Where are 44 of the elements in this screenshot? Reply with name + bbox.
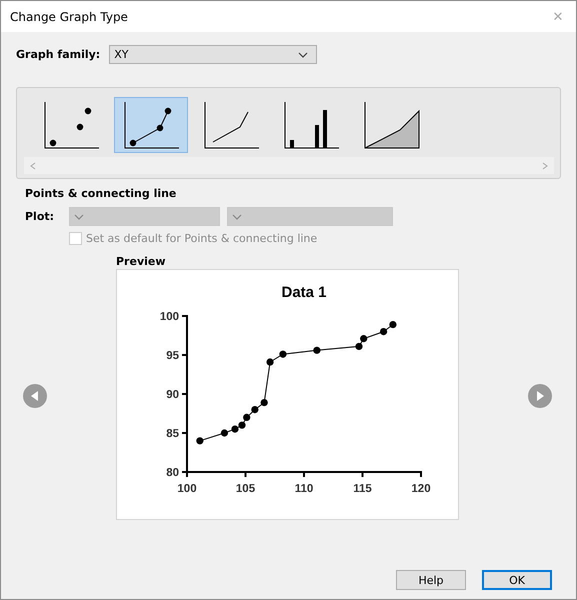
chart-title: Data 1	[281, 284, 327, 301]
ok-button[interactable]: OK	[482, 570, 552, 590]
previous-button[interactable]	[23, 384, 47, 408]
section-title: Points & connecting line	[25, 187, 178, 200]
data-point	[279, 350, 287, 358]
data-point	[196, 437, 204, 444]
x-tick-label: 115	[353, 483, 372, 495]
y-tick-label: 95	[166, 350, 179, 362]
checkbox-label: Set as default for Points & connecting line	[86, 232, 318, 245]
data-point	[389, 320, 397, 328]
next-button[interactable]	[528, 384, 552, 408]
chevron-icon	[232, 214, 242, 220]
plot-label: Plot:	[25, 210, 56, 223]
data-point	[260, 398, 268, 406]
x-tick-label: 120	[411, 483, 431, 495]
scatter-plot-icon	[42, 100, 100, 150]
area-chart-icon	[362, 100, 420, 150]
data-point	[220, 429, 228, 437]
y-tick-label: 100	[160, 311, 179, 323]
data-point	[266, 358, 274, 366]
graph-family-label: Graph family:	[16, 48, 100, 61]
x-tick-label: 105	[236, 483, 256, 495]
window-title: Change Graph Type	[10, 10, 128, 24]
y-tick-label: 90	[166, 389, 179, 401]
chevron-icon	[74, 214, 84, 220]
graph-type-option[interactable]	[114, 97, 188, 153]
left-triangle-icon	[30, 390, 40, 402]
scroll-left-icon[interactable]	[30, 162, 36, 170]
right-triangle-icon	[535, 390, 545, 402]
line-chart-icon	[202, 100, 260, 150]
bar-chart-icon	[282, 100, 340, 150]
y-tick-label: 85	[166, 428, 179, 440]
horizontal-scrollbar[interactable]	[24, 157, 554, 174]
graph-family-dropdown[interactable]: XY	[109, 45, 318, 64]
line-chart-icon	[122, 100, 180, 150]
data-point	[380, 328, 388, 336]
x-tick-label: 100	[177, 483, 197, 495]
chevron-icon	[298, 52, 308, 58]
data-point	[313, 346, 320, 354]
scroll-right-icon[interactable]	[542, 162, 548, 170]
x-tick-label: 110	[294, 483, 314, 495]
y-tick-label: 80	[166, 467, 179, 479]
preview-label: Preview	[116, 255, 167, 268]
help-button[interactable]: Help	[396, 570, 466, 590]
